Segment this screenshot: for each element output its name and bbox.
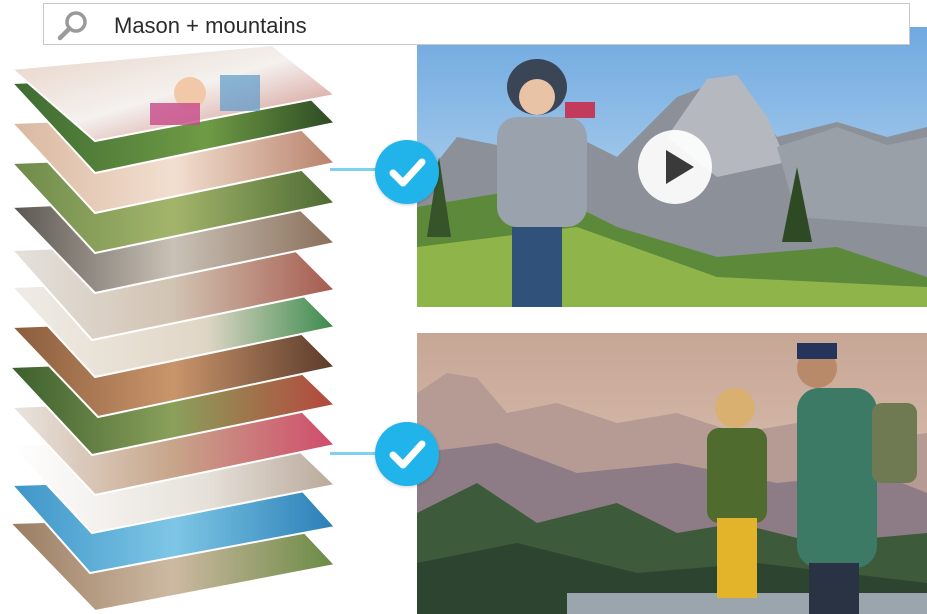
stack-photo-detail xyxy=(150,103,200,125)
stack-photo-detail xyxy=(220,75,260,111)
photo-stack xyxy=(0,45,360,614)
play-button[interactable] xyxy=(638,130,712,204)
result-video[interactable] xyxy=(417,27,927,307)
play-icon xyxy=(666,150,694,184)
checkmark-icon xyxy=(389,440,426,469)
photo-stack-graphic xyxy=(7,45,338,613)
search-input[interactable]: Mason + mountains xyxy=(114,13,307,39)
checkmark-icon xyxy=(389,158,426,187)
check-badge-bottom xyxy=(375,422,439,486)
result-photo[interactable] xyxy=(417,333,927,614)
search-icon xyxy=(57,11,87,41)
search-bar[interactable]: Mason + mountains xyxy=(43,3,910,45)
check-badge-top xyxy=(375,140,439,204)
result-photo-graphic xyxy=(417,333,927,614)
